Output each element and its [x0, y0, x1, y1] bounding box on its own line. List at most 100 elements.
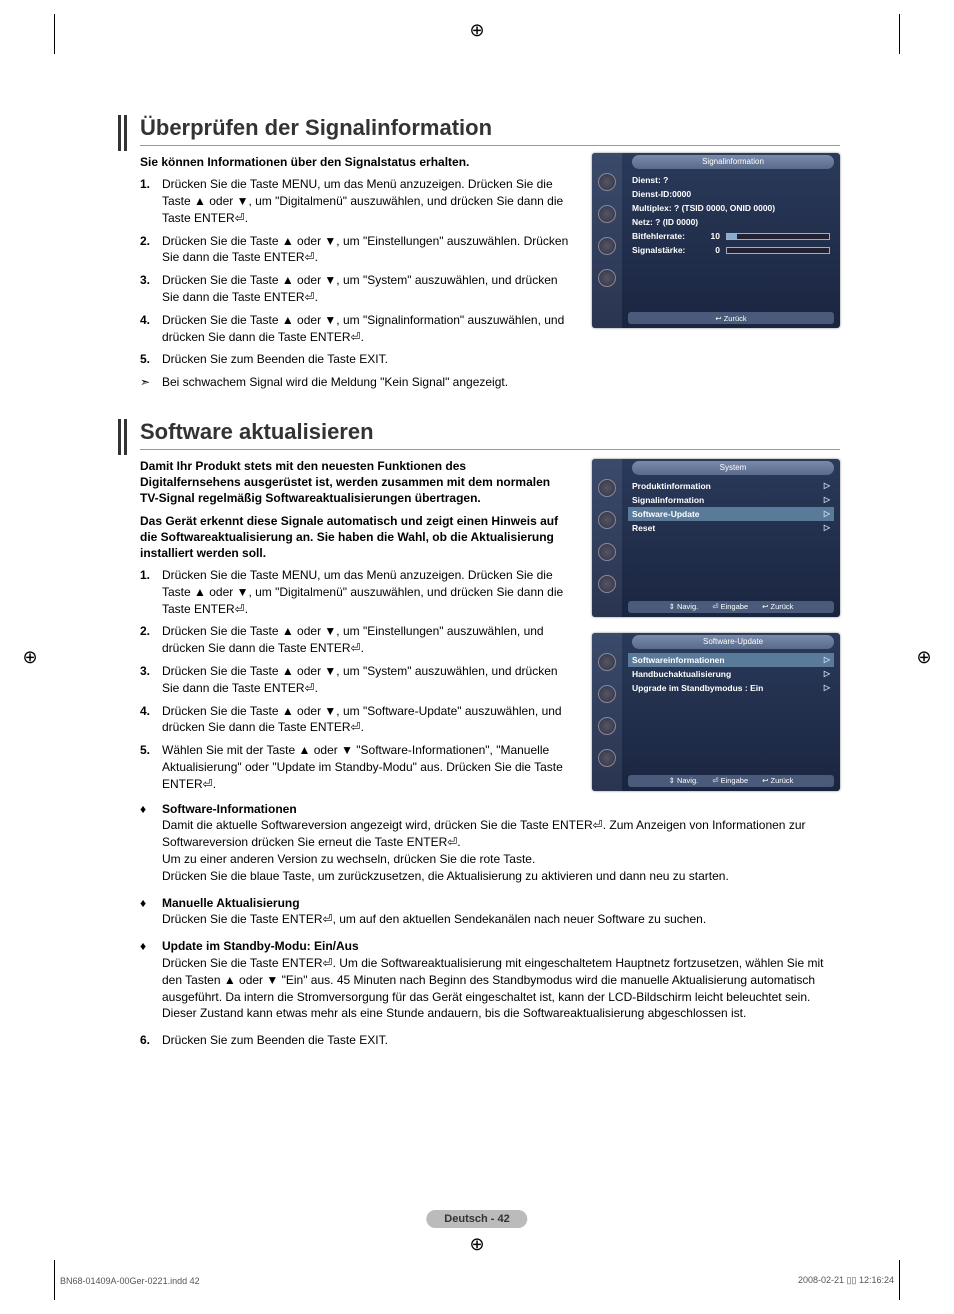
osd-footer-nav: ⇕ Navig. — [669, 776, 699, 785]
osd-footer-nav: ⇕ Navig. — [669, 602, 699, 611]
osd-menu-icon — [598, 479, 616, 497]
osd-field: Dienst: ? — [632, 175, 668, 185]
section-heading: Überprüfen der Signalinformation — [140, 115, 840, 146]
osd-progress-bar — [726, 233, 830, 240]
step-text: Drücken Sie die Taste ▲ oder ▼, um "Eins… — [162, 623, 570, 657]
step-number: 3. — [140, 272, 162, 306]
osd-title: Software-Update — [632, 635, 834, 649]
osd-footer: ↩ Zurück — [628, 312, 834, 324]
chevron-right-icon: ▷ — [824, 495, 830, 504]
step-list: 1.Drücken Sie die Taste MENU, um das Men… — [140, 567, 570, 793]
osd-footer: ⇕ Navig. ⏎ Eingabe ↩ Zurück — [628, 775, 834, 787]
step-number: 6. — [140, 1032, 162, 1049]
osd-field: Dienst-ID:0000 — [632, 189, 691, 199]
step-text: Wählen Sie mit der Taste ▲ oder ▼ "Softw… — [162, 742, 570, 792]
osd-title: Signalinformation — [632, 155, 834, 169]
footer-file-name: BN68-01409A-00Ger-0221.indd 42 — [60, 1276, 200, 1286]
chevron-right-icon: ▷ — [824, 523, 830, 532]
osd-field: Netz: ? (ID 0000) — [632, 217, 698, 227]
osd-menu-icon — [598, 511, 616, 529]
step-text: Drücken Sie zum Beenden die Taste EXIT. — [162, 351, 570, 368]
chevron-right-icon: ▷ — [824, 655, 830, 664]
step-number: 1. — [140, 567, 162, 617]
crop-mark — [54, 1260, 55, 1300]
step-text: Drücken Sie die Taste ▲ oder ▼, um "Soft… — [162, 703, 570, 737]
step-text: Drücken Sie die Taste ▲ oder ▼, um "Eins… — [162, 233, 570, 267]
osd-menu-item-selected: Softwareinformationen — [632, 655, 824, 665]
chevron-right-icon: ▷ — [824, 683, 830, 692]
osd-menu-icon — [598, 543, 616, 561]
osd-menu-icon — [598, 717, 616, 735]
section-signal-info: Überprüfen der Signalinformation Sie kön… — [140, 115, 840, 391]
note-text: Bei schwachem Signal wird die Meldung "K… — [162, 374, 570, 391]
osd-sidebar — [592, 459, 622, 617]
sub-title: Software-Informationen — [162, 801, 840, 818]
diamond-bullet-icon: ♦ — [140, 938, 162, 1022]
chevron-right-icon: ▷ — [824, 481, 830, 490]
sub-body-text: Drücken Sie die Taste ENTER⏎, um auf den… — [162, 912, 706, 926]
osd-footer-enter: ⏎ Eingabe — [712, 776, 748, 785]
osd-footer-back: ↩ Zurück — [762, 776, 793, 785]
sub-title: Update im Standby-Modu: Ein/Aus — [162, 938, 840, 955]
registration-mark-icon: ⊕ — [467, 1234, 487, 1254]
osd-footer-back: ↩ Zurück — [762, 602, 793, 611]
section-software-update: Software aktualisieren Damit Ihr Produkt… — [140, 419, 840, 1049]
osd-bar-label: Signalstärke: — [632, 245, 702, 255]
step-text: Drücken Sie die Taste ▲ oder ▼, um "Syst… — [162, 272, 570, 306]
step-number: 5. — [140, 742, 162, 792]
osd-progress-bar — [726, 247, 830, 254]
osd-bar-value: 10 — [702, 231, 720, 241]
sub-list: ♦ Software-Informationen Damit die aktue… — [140, 801, 840, 1023]
osd-menu-icon — [598, 653, 616, 671]
step-text: Drücken Sie die Taste ▲ oder ▼, um "Sign… — [162, 312, 570, 346]
step-text: Drücken Sie die Taste MENU, um das Menü … — [162, 567, 570, 617]
osd-bar-value: 0 — [702, 245, 720, 255]
step-list: 6.Drücken Sie zum Beenden die Taste EXIT… — [140, 1032, 840, 1049]
osd-menu-icon — [598, 749, 616, 767]
step-number: 3. — [140, 663, 162, 697]
sub-body-text: Drücken Sie die Taste ENTER⏎. Um die Sof… — [162, 956, 823, 1020]
crop-mark — [899, 1260, 900, 1300]
registration-mark-icon: ⊕ — [914, 647, 934, 667]
step-number: 2. — [140, 623, 162, 657]
sub-body-text: Damit die aktuelle Softwareversion angez… — [162, 818, 805, 882]
diamond-bullet-icon: ♦ — [140, 801, 162, 885]
registration-mark-icon: ⊕ — [20, 647, 40, 667]
step-number: 4. — [140, 703, 162, 737]
osd-menu-icon — [598, 269, 616, 287]
osd-signal-information: DTV Signalinformation Dienst: ? Dienst-I… — [592, 153, 840, 328]
osd-sidebar — [592, 633, 622, 791]
osd-menu-item: Handbuchaktualisierung — [632, 669, 824, 679]
page-number-pill: Deutsch - 42 — [426, 1210, 527, 1228]
step-text: Drücken Sie zum Beenden die Taste EXIT. — [162, 1032, 840, 1049]
intro-text: Damit Ihr Produkt stets mit den neuesten… — [140, 458, 560, 507]
step-number: 2. — [140, 233, 162, 267]
osd-menu-item: Signalinformation — [632, 495, 824, 505]
osd-system-menu: DTV System Produktinformation▷ Signalinf… — [592, 459, 840, 617]
osd-menu-icon — [598, 237, 616, 255]
osd-menu-item-selected: Software-Update — [632, 509, 824, 519]
note-arrow-icon: ➣ — [140, 374, 162, 391]
osd-bar-label: Bitfehlerrate: — [632, 231, 702, 241]
step-text: Drücken Sie die Taste ▲ oder ▼, um "Syst… — [162, 663, 570, 697]
section-heading: Software aktualisieren — [140, 419, 840, 450]
diamond-bullet-icon: ♦ — [140, 895, 162, 929]
osd-menu-item: Reset — [632, 523, 824, 533]
osd-menu-icon — [598, 685, 616, 703]
osd-footer: ⇕ Navig. ⏎ Eingabe ↩ Zurück — [628, 601, 834, 613]
intro-text: Das Gerät erkennt diese Signale automati… — [140, 513, 560, 562]
osd-footer-back: ↩ Zurück — [715, 314, 746, 323]
osd-title: System — [632, 461, 834, 475]
osd-menu-item: Produktinformation — [632, 481, 824, 491]
osd-software-update-menu: DTV Software-Update Softwareinformatione… — [592, 633, 840, 791]
osd-menu-item: Upgrade im Standbymodus : Ein — [632, 683, 824, 693]
footer-timestamp: 2008-02-21 ▯▯ 12:16:24 — [798, 1275, 894, 1286]
chevron-right-icon: ▷ — [824, 509, 830, 518]
osd-sidebar — [592, 153, 622, 328]
step-number: 1. — [140, 176, 162, 226]
sub-title: Manuelle Aktualisierung — [162, 895, 840, 912]
osd-menu-icon — [598, 173, 616, 191]
step-list: 1.Drücken Sie die Taste MENU, um das Men… — [140, 176, 570, 391]
osd-menu-icon — [598, 575, 616, 593]
step-text: Drücken Sie die Taste MENU, um das Menü … — [162, 176, 570, 226]
